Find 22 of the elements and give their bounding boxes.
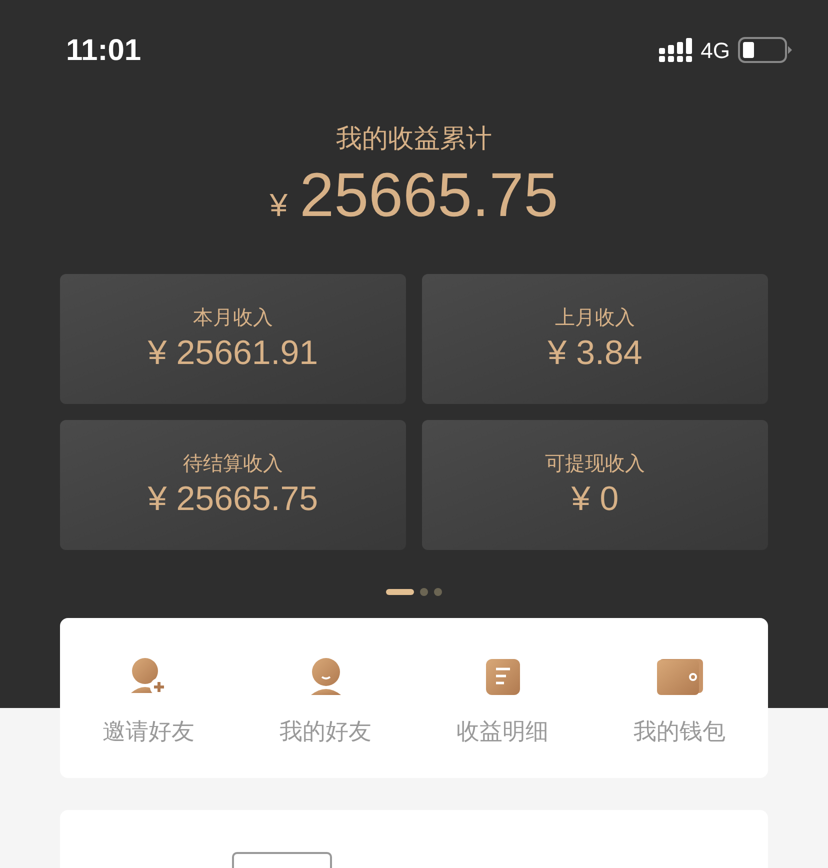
- shortcut-item[interactable]: 我的好友: [237, 618, 414, 778]
- page-indicator[interactable]: [386, 589, 414, 595]
- card-label: 可提现收入: [545, 452, 645, 477]
- total-earnings-amount: 25665.75: [300, 160, 558, 232]
- card-amount: ¥ 3.84: [548, 333, 642, 374]
- status-time: 11:01: [66, 32, 142, 68]
- shortcut-item[interactable]: 我的钱包: [591, 618, 768, 778]
- currency-symbol: ¥: [270, 186, 288, 225]
- card-label: 本月收入: [193, 306, 273, 331]
- card-amount: ¥ 25661.91: [148, 333, 318, 374]
- card-amount: ¥ 0: [571, 479, 619, 520]
- card-label: 待结算收入: [183, 452, 283, 477]
- card-label: 上月收入: [555, 306, 635, 331]
- card-amount: ¥ 25665.75: [148, 479, 318, 520]
- total-earnings-title: 我的收益累计: [336, 122, 492, 155]
- battery-icon: [738, 37, 792, 63]
- network-type: 4G: [700, 36, 730, 64]
- wallet-icon: [656, 659, 702, 695]
- signal-icon: [658, 38, 693, 62]
- shortcut-item[interactable]: 邀请好友: [60, 618, 237, 778]
- document-icon: [486, 659, 520, 695]
- shortcut-item[interactable]: 收益明细: [414, 618, 591, 778]
